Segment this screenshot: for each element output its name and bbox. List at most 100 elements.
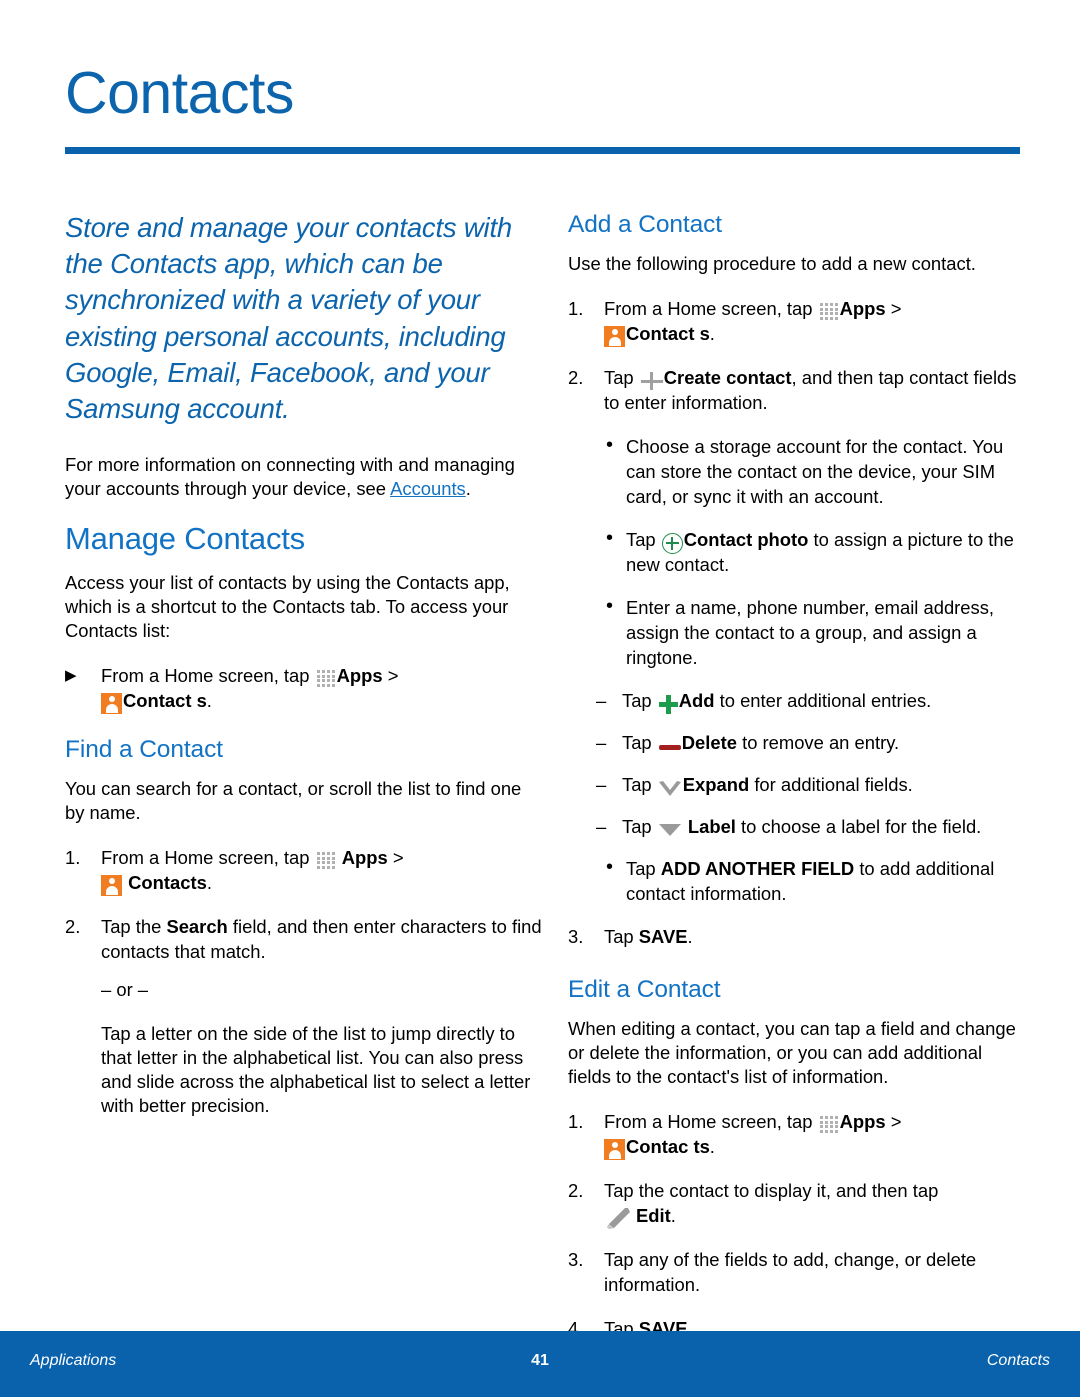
edit-a-contact-steps: 1. From a Home screen, tap Apps > Contac… — [568, 1109, 1023, 1341]
contacts-app-icon — [101, 875, 122, 897]
page-title: Contacts — [65, 60, 294, 126]
page-header: Contacts — [65, 62, 1020, 154]
contacts-label: Contact s — [123, 690, 207, 712]
document-page: Contacts Store and manage your contacts … — [0, 0, 1080, 1397]
add-another-field-label: ADD ANOTHER FIELD — [660, 858, 855, 879]
contacts-app-icon — [604, 1139, 625, 1160]
list-item: • Choose a storage account for the conta… — [602, 434, 1023, 509]
apps-label: Apps — [839, 298, 886, 319]
step-text-part1: Tap the — [101, 916, 167, 938]
contacts-label: Contacts — [128, 872, 207, 894]
manage-contacts-steps: ▶ From a Home screen, tap Apps > Contact… — [65, 663, 545, 715]
bullet-dot: • — [606, 856, 614, 878]
accounts-link[interactable]: Accounts — [390, 478, 466, 499]
right-column: Add a Contact Use the following procedur… — [568, 210, 1023, 1360]
step-item: 3. Tap SAVE. — [568, 924, 1023, 949]
manage-contacts-body: Access your list of contacts by using th… — [65, 572, 510, 642]
apps-label: Apps — [336, 665, 383, 687]
triangle-down-icon — [658, 823, 681, 837]
step-text-part1: Tap — [604, 926, 639, 947]
list-item: – Tap Add to enter additional entries. — [592, 688, 1023, 714]
subitem-text-part1: Tap — [622, 774, 657, 795]
subitem-dash: – — [596, 732, 607, 753]
step-marker: 2. — [65, 916, 81, 938]
step-text-part2: . — [687, 926, 693, 947]
intro-paragraph: For more information on connecting with … — [65, 453, 545, 501]
add-another-field-bullets: • Tap ADD ANOTHER FIELD to add additiona… — [602, 856, 1023, 906]
intro-text-after-link: . — [465, 478, 471, 500]
contacts-app-icon — [101, 693, 122, 715]
or-divider: – or – — [101, 979, 149, 1001]
add-label: Add — [678, 690, 715, 711]
step-text-before-apps: From a Home screen, tap — [101, 847, 315, 869]
step-marker-arrow: ▶ — [65, 667, 77, 685]
step-item: 2. Tap the contact to display it, and th… — [568, 1178, 1023, 1229]
list-item: • Enter a name, phone number, email addr… — [602, 595, 1023, 670]
circle-plus-icon — [661, 533, 683, 554]
expand-label: Expand — [682, 774, 750, 795]
step-marker: 2. — [568, 367, 584, 388]
footer-page-number: 41 — [531, 1352, 549, 1369]
step-marker: 1. — [65, 847, 81, 869]
add-a-contact-heading: Add a Contact — [568, 211, 722, 238]
subitem-dash: – — [596, 816, 607, 837]
bullet-dot: • — [606, 595, 614, 617]
add-contact-subitems: – Tap Add to enter additional entries. –… — [592, 688, 1023, 839]
step-item: 3. Tap any of the fields to add, change,… — [568, 1247, 1023, 1297]
contacts-app-icon — [604, 326, 625, 347]
contact-photo-label: Contact photo — [683, 529, 809, 550]
step-item: 1. From a Home screen, tap Apps > Contac… — [568, 296, 1023, 347]
apps-grid-icon — [316, 670, 336, 687]
step-text-part1: Tap — [604, 367, 639, 388]
page-footer: Applications 41 Contacts — [0, 1331, 1080, 1397]
step-text-part1: Tap the contact to display it, and then … — [604, 1180, 939, 1201]
left-column: Store and manage your contacts with the … — [65, 210, 545, 1138]
find-alternative-text: Tap a letter on the side of the list to … — [101, 1023, 531, 1117]
apps-label: Apps — [839, 1111, 886, 1132]
title-divider — [65, 147, 1020, 154]
list-item: – Tap Expand for additional fields. — [592, 772, 1023, 797]
list-item: – Tap Label to choose a label for the fi… — [592, 814, 1023, 839]
contacts-label: Contact s — [626, 323, 710, 344]
subitem-text-part2: to remove an entry. — [736, 732, 900, 753]
list-item: – Tap Delete to remove an entry. — [592, 730, 1023, 755]
footer-chapter-label: Contacts — [986, 1352, 1050, 1369]
step-gt: > — [885, 298, 902, 319]
apps-label: Apps — [341, 847, 388, 869]
step-item: 1. From a Home screen, tap Apps > Contac… — [65, 845, 545, 897]
minus-red-icon — [658, 744, 681, 751]
subitem-text-part2: for additional fields. — [749, 774, 913, 795]
step-text-before-apps: From a Home screen, tap — [604, 1111, 818, 1132]
save-label: SAVE — [638, 926, 688, 947]
step-gt: > — [382, 665, 399, 687]
plus-green-icon — [658, 695, 678, 714]
step-period: . — [709, 323, 715, 344]
subitem-dash: – — [596, 774, 607, 795]
step-text-before-apps: From a Home screen, tap — [101, 665, 315, 687]
subitem-text-part1: Tap — [622, 732, 657, 753]
apps-grid-icon — [316, 852, 336, 869]
list-item: • Tap ADD ANOTHER FIELD to add additiona… — [602, 856, 1023, 906]
step-marker: 3. — [568, 926, 584, 947]
apps-grid-icon — [819, 1116, 839, 1133]
subitem-text-part2: to enter additional entries. — [714, 690, 932, 711]
find-a-contact-body: You can search for a contact, or scroll … — [65, 778, 522, 824]
bullet-dot: • — [606, 434, 614, 456]
create-contact-label: Create contact — [663, 367, 792, 388]
step-period: . — [206, 872, 212, 894]
find-a-contact-heading: Find a Contact — [65, 736, 223, 764]
add-a-contact-steps: 1. From a Home screen, tap Apps > Contac… — [568, 296, 1023, 415]
edit-a-contact-body: When editing a contact, you can tap a fi… — [568, 1018, 1016, 1087]
subitem-text-part1: Tap — [622, 816, 657, 837]
subitem-text-part1: Tap — [622, 690, 657, 711]
add-a-contact-body: Use the following procedure to add a new… — [568, 253, 976, 274]
step-item: 2. Tap Create contact, and then tap cont… — [568, 365, 1023, 415]
bullet-dot: • — [606, 527, 614, 549]
create-contact-plus-icon — [640, 372, 663, 390]
step-text-part2: . — [670, 1205, 676, 1226]
bullet-text: Enter a name, phone number, email addres… — [626, 597, 995, 668]
step-text: Tap any of the fields to add, change, or… — [604, 1249, 977, 1295]
add-contact-final-step: 3. Tap SAVE. — [568, 924, 1023, 949]
bullet-text-part1: Tap — [626, 858, 661, 879]
find-a-contact-steps: 1. From a Home screen, tap Apps > Contac… — [65, 845, 545, 964]
